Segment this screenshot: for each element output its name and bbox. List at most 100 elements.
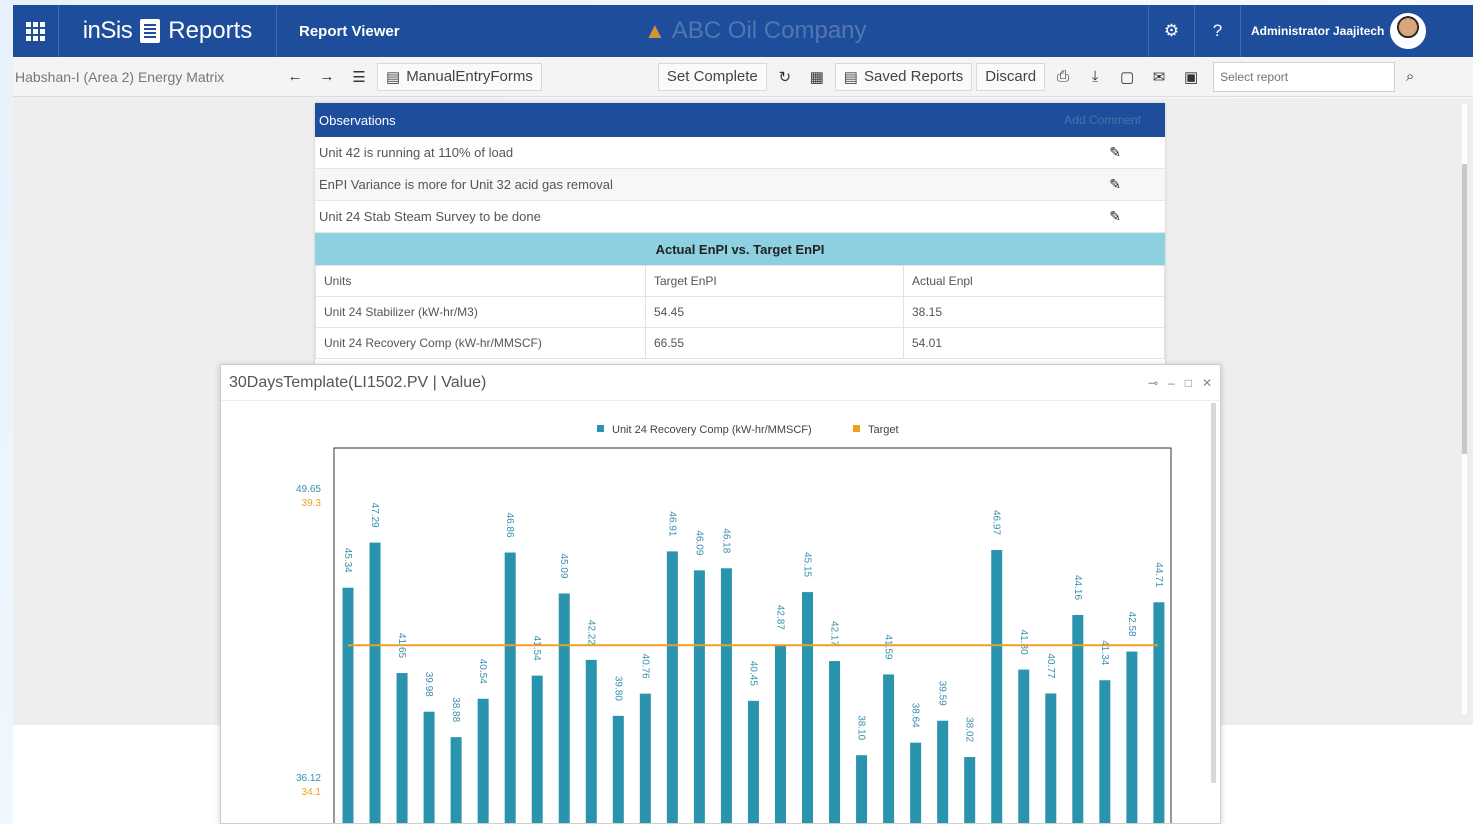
table-cell: 54.45 xyxy=(645,296,904,328)
observation-row: Unit 24 Stab Steam Survey to be done ✎ xyxy=(315,201,1165,233)
maximize-icon[interactable]: □ xyxy=(1185,376,1192,390)
chart-bar xyxy=(1126,651,1138,823)
bar-data-label: 41.54 xyxy=(531,636,542,661)
bar-data-label: 47.29 xyxy=(369,503,380,528)
refresh-button[interactable]: ↻ xyxy=(771,63,799,91)
chart-bar xyxy=(369,542,381,823)
chart-bar xyxy=(910,742,922,823)
arrow-left-icon: ← xyxy=(287,68,303,85)
discard-button[interactable]: Discard xyxy=(976,62,1046,91)
help-button[interactable]: ? xyxy=(1194,5,1240,57)
chart-bar xyxy=(342,587,354,823)
chart-bar xyxy=(883,674,895,823)
bar-data-label: 41.59 xyxy=(883,634,894,659)
y-tick-label-top: 49.65 xyxy=(296,484,321,495)
user-name: Administrator Jaajitech xyxy=(1251,24,1385,38)
refresh-icon: ↻ xyxy=(778,68,792,86)
legend-swatch-series xyxy=(597,425,604,432)
flame-icon: ▲ xyxy=(644,18,666,43)
set-complete-button[interactable]: Set Complete xyxy=(657,62,767,91)
chart-bar xyxy=(774,644,786,823)
scroll-thumb[interactable] xyxy=(1462,164,1467,454)
report-toolbar: Habshan-I (Area 2) Energy Matrix ← → ☰ ▤… xyxy=(13,57,1473,97)
chart-bar xyxy=(423,711,435,823)
document-icon: ▤ xyxy=(386,68,401,86)
print-button[interactable]: ⎙ xyxy=(1049,63,1077,91)
observations-list: Unit 42 is running at 110% of load ✎ EnP… xyxy=(315,137,1165,233)
manual-entry-forms-button[interactable]: ▤ ManualEntryForms xyxy=(377,62,542,91)
close-icon[interactable]: ✕ xyxy=(1202,376,1212,390)
back-button[interactable]: ← xyxy=(281,63,309,91)
settings-button[interactable]: ⚙ xyxy=(1148,5,1194,57)
search-input[interactable] xyxy=(1213,61,1396,92)
export-button[interactable]: ▢ xyxy=(1113,63,1141,91)
search-button[interactable]: ⌕ xyxy=(1395,62,1425,92)
chart-bar xyxy=(1153,602,1165,823)
chart-bar xyxy=(612,715,624,823)
observation-row: Unit 42 is running at 110% of load ✎ xyxy=(315,137,1165,169)
table-row: Unit 24 Recovery Comp (kW-hr/MMSCF) 66.5… xyxy=(315,327,1165,359)
email-button[interactable]: ✉ xyxy=(1145,63,1173,91)
y-tick-label-bottom-secondary: 34.1 xyxy=(302,787,322,798)
chart-window-title: 30DaysTemplate(LI1502.PV | Value) xyxy=(229,373,487,391)
save-button[interactable]: ▣ xyxy=(1177,63,1205,91)
bar-data-label: 44.71 xyxy=(1153,562,1164,587)
forward-button[interactable]: → xyxy=(313,63,341,91)
app-grid-icon xyxy=(26,21,45,41)
brand[interactable]: inSis Reports xyxy=(59,5,277,57)
table-header-row: Units Target EnPI Actual Enpl xyxy=(315,265,1165,297)
chart-bar xyxy=(504,552,516,823)
app-grid-button[interactable] xyxy=(13,5,59,57)
edit-pencil-icon[interactable]: ✎ xyxy=(1109,176,1121,193)
chart-window[interactable]: 30DaysTemplate(LI1502.PV | Value) ⊸ – □ … xyxy=(220,364,1221,824)
bar-data-label: 42.58 xyxy=(1126,612,1137,637)
add-comment-link[interactable]: Add Comment xyxy=(1064,113,1141,127)
bar-data-label: 38.10 xyxy=(856,715,867,740)
pin-icon[interactable]: ⊸ xyxy=(1148,376,1158,390)
list-button[interactable]: ☰ xyxy=(345,63,373,91)
legend-label-target: Target xyxy=(868,424,899,436)
minimize-icon[interactable]: – xyxy=(1168,376,1175,390)
saved-reports-label: Saved Reports xyxy=(863,68,964,85)
legend-label-series: Unit 24 Recovery Comp (kW-hr/MMSCF) xyxy=(612,424,812,436)
chart-bar xyxy=(396,673,408,823)
edit-pencil-icon[interactable]: ✎ xyxy=(1109,208,1121,225)
user-menu[interactable]: Administrator Jaajitech xyxy=(1240,5,1427,57)
calendar-icon: ▦ xyxy=(809,68,824,86)
chart-bar xyxy=(991,549,1003,823)
column-header: Actual Enpl xyxy=(903,265,1165,297)
bar-data-label: 38.64 xyxy=(910,703,921,728)
bar-data-label: 42.17 xyxy=(829,621,840,646)
bar-data-label: 38.88 xyxy=(450,697,461,722)
arrow-right-icon: → xyxy=(319,68,335,85)
chart-bar xyxy=(477,698,489,823)
bar-data-label: 42.22 xyxy=(585,620,596,645)
observation-row: EnPI Variance is more for Unit 32 acid g… xyxy=(315,169,1165,201)
company-logo: ▲ ABC Oil Company xyxy=(644,17,1148,45)
saved-reports-button[interactable]: ▤ Saved Reports xyxy=(834,62,973,91)
brand-logo: inSis xyxy=(82,17,133,44)
table-cell: Unit 24 Recovery Comp (kW-hr/MMSCF) xyxy=(315,327,646,359)
bar-data-label: 40.54 xyxy=(477,659,488,684)
bar-data-label: 46.18 xyxy=(720,528,731,553)
calendar-button[interactable]: ▦ xyxy=(803,63,831,91)
download-button[interactable]: ⤓ xyxy=(1081,63,1109,91)
chart-window-titlebar[interactable]: 30DaysTemplate(LI1502.PV | Value) ⊸ – □ … xyxy=(221,365,1220,401)
bar-data-label: 46.09 xyxy=(693,530,704,555)
bar-data-label: 39.80 xyxy=(612,676,623,701)
y-tick-label-bottom: 36.12 xyxy=(296,773,321,784)
chart-bar xyxy=(531,675,543,823)
main-scrollbar[interactable] xyxy=(1462,104,1467,714)
email-icon: ✉ xyxy=(1152,68,1166,86)
chart-bar xyxy=(558,593,570,823)
page-title: Report Viewer xyxy=(299,22,400,40)
edit-pencil-icon[interactable]: ✎ xyxy=(1109,144,1121,161)
table-cell: Unit 24 Stabilizer (kW-hr/M3) xyxy=(315,296,646,328)
bar-data-label: 45.09 xyxy=(558,553,569,578)
breadcrumb: Habshan-I (Area 2) Energy Matrix xyxy=(15,68,225,85)
chart-bar xyxy=(1045,693,1057,823)
print-icon: ⎙ xyxy=(1057,68,1070,85)
chart-scrollbar[interactable] xyxy=(1211,403,1216,783)
report-doc-icon xyxy=(140,19,161,43)
list-icon: ☰ xyxy=(352,68,366,86)
